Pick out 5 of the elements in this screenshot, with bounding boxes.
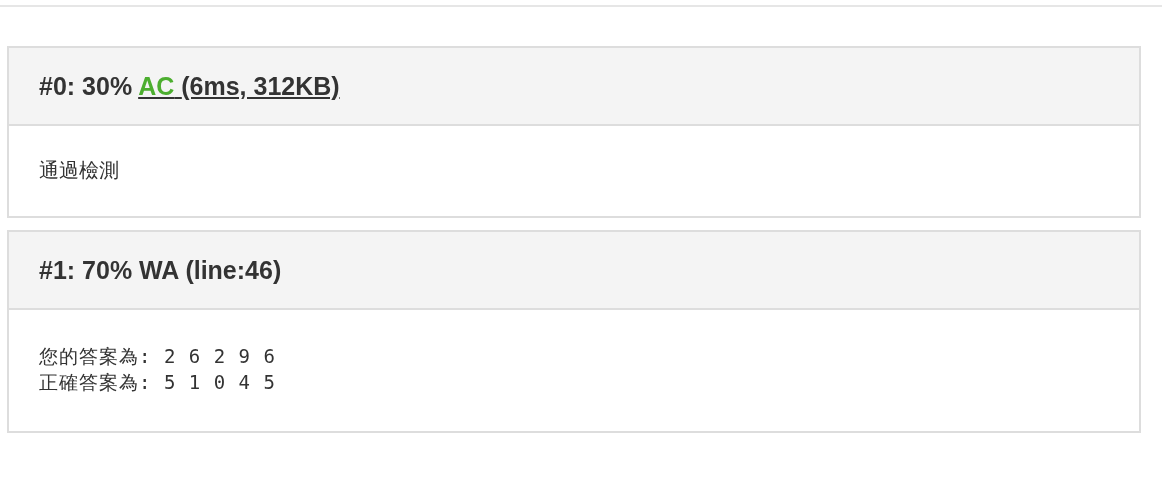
answer-output: 您的答案為: 2 6 2 9 6 正確答案為: 5 1 0 4 5 bbox=[39, 344, 277, 395]
result-link[interactable]: AC (6ms, 312KB) bbox=[138, 71, 340, 100]
result-heading: #1: 70% WA (line:46) bbox=[39, 255, 282, 285]
result-heading: #0: 30% AC (6ms, 312KB) bbox=[39, 71, 340, 101]
result-message: 通過檢測 bbox=[39, 158, 120, 183]
